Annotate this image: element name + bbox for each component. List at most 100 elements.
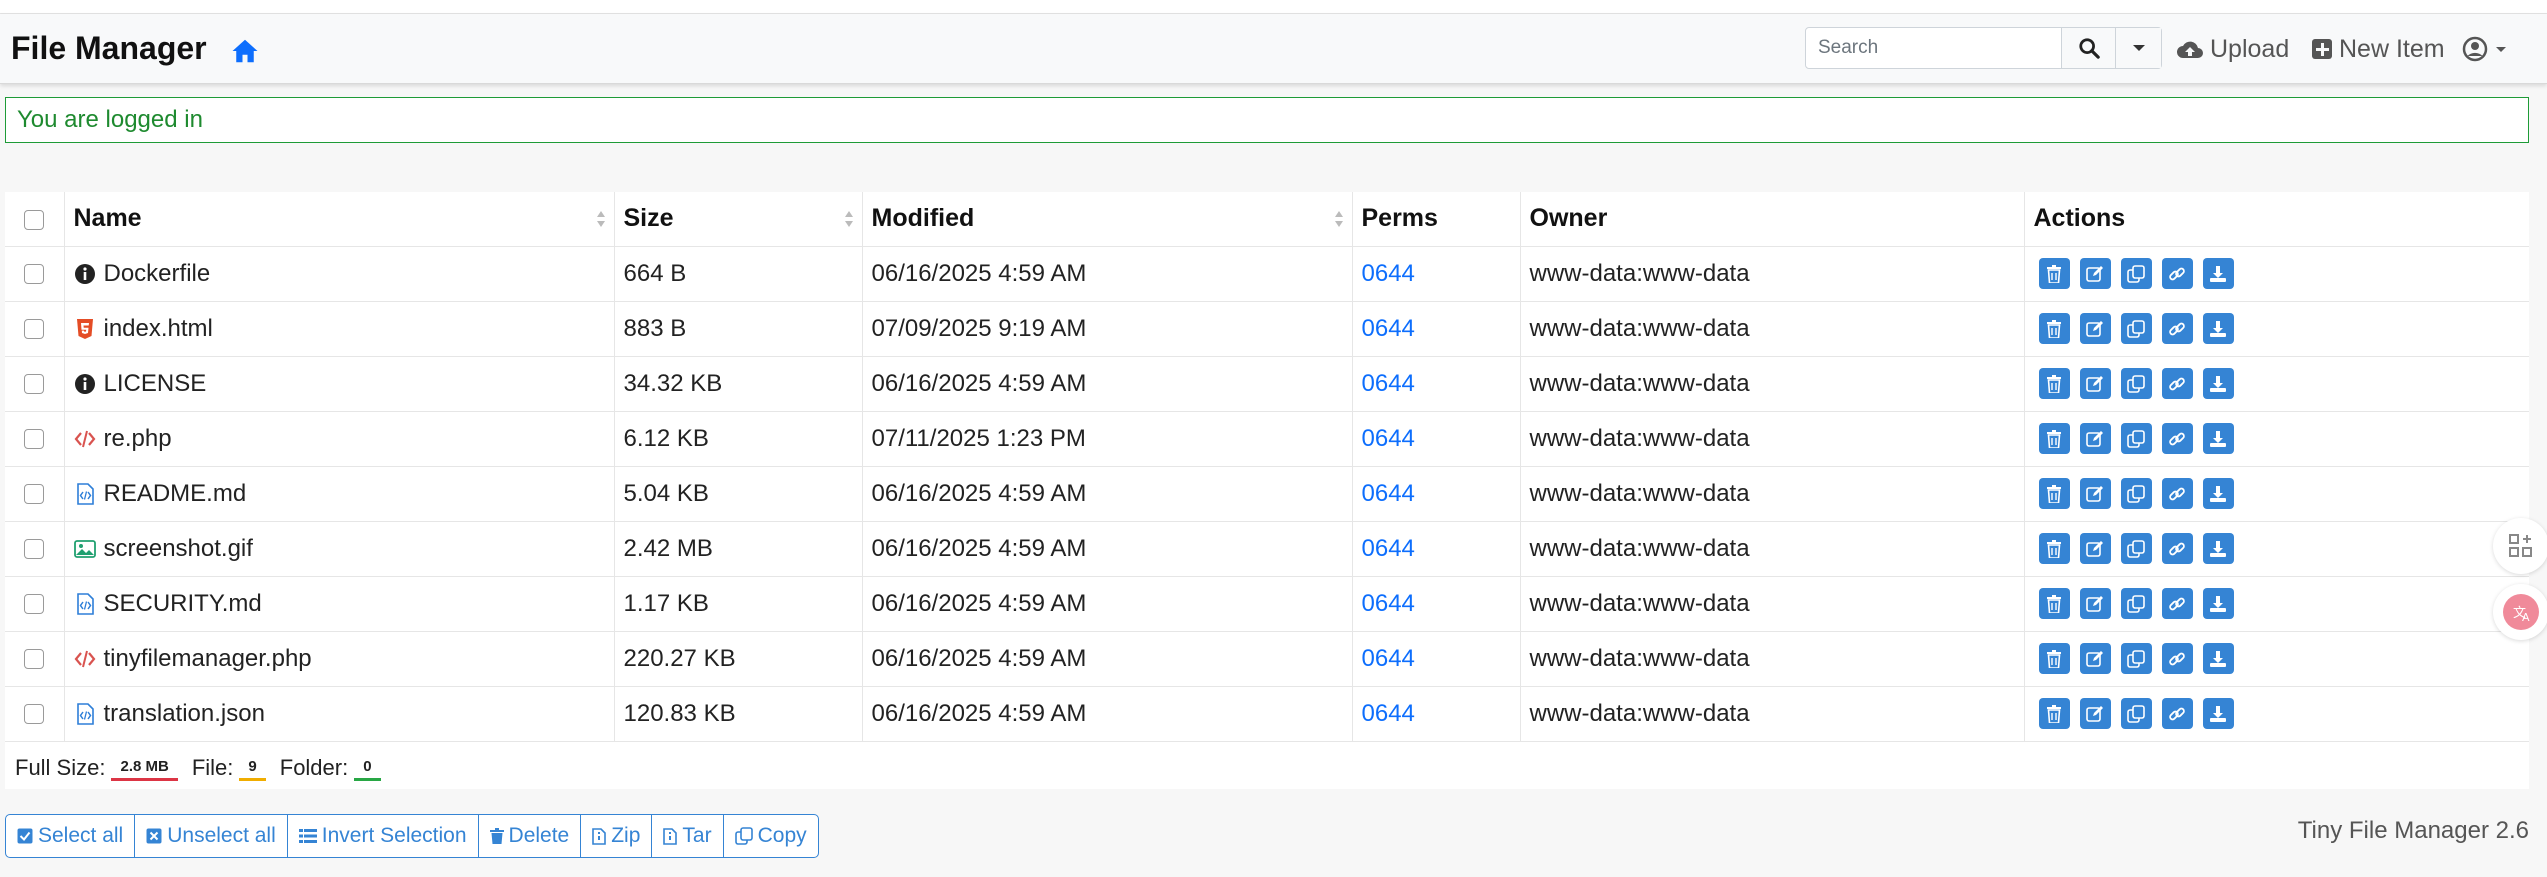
edit-file-button[interactable] xyxy=(2079,313,2111,344)
invert-selection-button[interactable]: Invert Selection xyxy=(288,815,479,857)
copy-file-button[interactable] xyxy=(2120,643,2152,674)
row-checkbox[interactable] xyxy=(24,704,45,725)
file-perms-link[interactable]: 0644 xyxy=(1362,700,1415,727)
tar-button[interactable]: Tar xyxy=(652,815,724,857)
delete-file-button[interactable] xyxy=(2038,258,2070,289)
file-perms-link[interactable]: 0644 xyxy=(1362,590,1415,617)
copy-file-button[interactable] xyxy=(2120,258,2152,289)
app-brand[interactable]: File Manager xyxy=(11,30,207,67)
file-perms-link[interactable]: 0644 xyxy=(1362,260,1415,287)
file-name-link[interactable]: Dockerfile xyxy=(104,260,211,288)
edit-file-button[interactable] xyxy=(2079,423,2111,454)
file-perms-link[interactable]: 0644 xyxy=(1362,370,1415,397)
file-perms-link[interactable]: 0644 xyxy=(1362,535,1415,562)
link-button[interactable] xyxy=(2161,258,2193,289)
table-row[interactable]: LICENSE 34.32 KB 06/16/2025 4:59 AM 0644… xyxy=(5,356,2529,412)
link-button[interactable] xyxy=(2161,313,2193,344)
file-name-link[interactable]: re.php xyxy=(104,425,172,453)
row-checkbox[interactable] xyxy=(24,594,45,615)
file-name-link[interactable]: index.html xyxy=(104,315,213,343)
download-button[interactable] xyxy=(2202,533,2234,564)
copy-file-button[interactable] xyxy=(2120,533,2152,564)
unselect-all-button[interactable]: Unselect all xyxy=(135,815,288,857)
search-input[interactable] xyxy=(1806,28,2061,68)
delete-file-button[interactable] xyxy=(2038,313,2070,344)
download-button[interactable] xyxy=(2202,313,2234,344)
copy-file-button[interactable] xyxy=(2120,368,2152,399)
table-row[interactable]: index.html 883 B 07/09/2025 9:19 AM 0644… xyxy=(5,301,2529,357)
link-button[interactable] xyxy=(2161,478,2193,509)
delete-file-button[interactable] xyxy=(2038,698,2070,729)
copy-file-button[interactable] xyxy=(2120,478,2152,509)
row-checkbox[interactable] xyxy=(24,374,45,395)
search-dropdown-button[interactable] xyxy=(2115,28,2161,68)
link-button[interactable] xyxy=(2161,533,2193,564)
download-button[interactable] xyxy=(2202,643,2234,674)
link-button[interactable] xyxy=(2161,423,2193,454)
copy-file-button[interactable] xyxy=(2120,588,2152,619)
translate-widget-button[interactable]: 文 A xyxy=(2493,584,2547,640)
link-button[interactable] xyxy=(2161,588,2193,619)
user-menu[interactable] xyxy=(2462,32,2514,66)
edit-file-button[interactable] xyxy=(2079,368,2111,399)
edit-file-button[interactable] xyxy=(2079,258,2111,289)
file-perms-link[interactable]: 0644 xyxy=(1362,315,1415,342)
file-name-link[interactable]: tinyfilemanager.php xyxy=(104,645,312,673)
edit-file-button[interactable] xyxy=(2079,478,2111,509)
row-checkbox[interactable] xyxy=(24,264,45,285)
home-icon[interactable] xyxy=(230,36,260,66)
download-button[interactable] xyxy=(2202,478,2234,509)
table-row[interactable]: screenshot.gif 2.42 MB 06/16/2025 4:59 A… xyxy=(5,521,2529,577)
link-button[interactable] xyxy=(2161,698,2193,729)
edit-file-button[interactable] xyxy=(2079,533,2111,564)
column-header-size[interactable]: Size xyxy=(614,192,863,247)
copy-button[interactable]: Copy xyxy=(724,815,818,857)
file-name-link[interactable]: README.md xyxy=(104,480,247,508)
delete-file-button[interactable] xyxy=(2038,643,2070,674)
qr-widget-button[interactable] xyxy=(2493,518,2547,574)
copy-file-button[interactable] xyxy=(2120,313,2152,344)
delete-file-button[interactable] xyxy=(2038,588,2070,619)
row-checkbox[interactable] xyxy=(24,429,45,450)
row-checkbox[interactable] xyxy=(24,649,45,670)
delete-button[interactable]: Delete xyxy=(479,815,582,857)
delete-file-button[interactable] xyxy=(2038,478,2070,509)
copy-file-button[interactable] xyxy=(2120,698,2152,729)
edit-file-button[interactable] xyxy=(2079,588,2111,619)
file-perms-link[interactable]: 0644 xyxy=(1362,425,1415,452)
file-name-link[interactable]: translation.json xyxy=(104,700,265,728)
delete-file-button[interactable] xyxy=(2038,368,2070,399)
table-row[interactable]: README.md 5.04 KB 06/16/2025 4:59 AM 064… xyxy=(5,466,2529,522)
row-checkbox[interactable] xyxy=(24,484,45,505)
table-row[interactable]: re.php 6.12 KB 07/11/2025 1:23 PM 0644 w… xyxy=(5,411,2529,467)
link-button[interactable] xyxy=(2161,368,2193,399)
upload-link[interactable]: Upload xyxy=(2176,32,2289,66)
file-name-link[interactable]: LICENSE xyxy=(104,370,207,398)
zip-button[interactable]: Zip xyxy=(581,815,653,857)
download-button[interactable] xyxy=(2202,588,2234,619)
select-all-checkbox[interactable] xyxy=(24,209,45,230)
download-button[interactable] xyxy=(2202,698,2234,729)
download-button[interactable] xyxy=(2202,423,2234,454)
table-row[interactable]: translation.json 120.83 KB 06/16/2025 4:… xyxy=(5,686,2529,742)
edit-file-button[interactable] xyxy=(2079,698,2111,729)
file-perms-link[interactable]: 0644 xyxy=(1362,645,1415,672)
file-name-link[interactable]: SECURITY.md xyxy=(104,590,262,618)
file-perms-link[interactable]: 0644 xyxy=(1362,480,1415,507)
table-row[interactable]: Dockerfile 664 B 06/16/2025 4:59 AM 0644… xyxy=(5,246,2529,302)
new-item-link[interactable]: New Item xyxy=(2311,32,2445,66)
table-row[interactable]: tinyfilemanager.php 220.27 KB 06/16/2025… xyxy=(5,631,2529,687)
link-button[interactable] xyxy=(2161,643,2193,674)
table-row[interactable]: SECURITY.md 1.17 KB 06/16/2025 4:59 AM 0… xyxy=(5,576,2529,632)
edit-file-button[interactable] xyxy=(2079,643,2111,674)
download-button[interactable] xyxy=(2202,258,2234,289)
delete-file-button[interactable] xyxy=(2038,423,2070,454)
column-header-name[interactable]: Name xyxy=(64,192,615,247)
search-button[interactable] xyxy=(2061,28,2115,68)
row-checkbox[interactable] xyxy=(24,539,45,560)
select-all-button[interactable]: Select all xyxy=(6,815,136,857)
download-button[interactable] xyxy=(2202,368,2234,399)
delete-file-button[interactable] xyxy=(2038,533,2070,564)
copy-file-button[interactable] xyxy=(2120,423,2152,454)
row-checkbox[interactable] xyxy=(24,319,45,340)
